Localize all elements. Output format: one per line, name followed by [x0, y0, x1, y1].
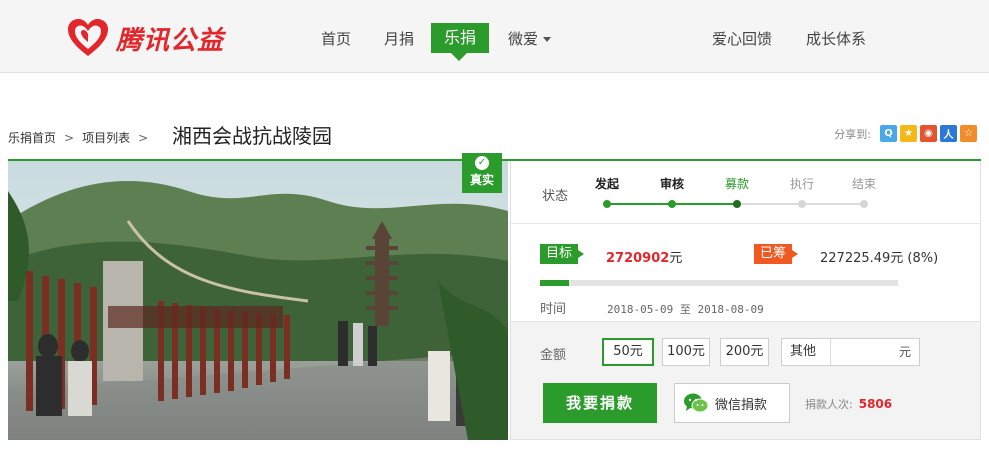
other-amount-unit: 元: [898, 345, 911, 359]
amount-option-100[interactable]: 100元: [662, 338, 710, 366]
active-nav-pointer: [451, 53, 467, 61]
brand-logo[interactable]: 腾讯公益: [66, 18, 224, 58]
breadcrumb-separator: >: [64, 131, 75, 145]
input-divider: [830, 339, 831, 365]
nav-item-growth[interactable]: 成长体系: [806, 28, 866, 49]
goal-amount: 2720902元: [606, 247, 682, 266]
goal-unit: 元: [669, 251, 683, 266]
check-icon: ✓: [475, 156, 489, 170]
pengyou-icon[interactable]: ☆: [960, 125, 977, 142]
wechat-donate-label: 微信捐款: [715, 397, 768, 413]
progress-bar-fill: [540, 280, 569, 286]
step-dot-done: [603, 200, 611, 208]
step-dot-todo: [860, 200, 868, 208]
nav-item-rewards[interactable]: 爱心回馈: [712, 28, 772, 49]
brand-name: 腾讯公益: [116, 25, 225, 56]
divider: [511, 223, 980, 224]
status-label: 状态: [542, 189, 569, 204]
share-bar: 分享到: Q ★ ◉ 人 ☆: [834, 125, 977, 142]
step-dot-todo: [798, 200, 806, 208]
breadcrumb-list-link[interactable]: 项目列表: [82, 129, 130, 146]
donation-form: 金额 50元 100元 200元 其他 元 我要捐款 微信捐款 捐款人次: 580…: [511, 321, 980, 439]
nav-item-home[interactable]: 首页: [321, 28, 351, 49]
project-title: 湘西会战抗战陵园: [172, 124, 332, 148]
wechat-donate-button[interactable]: 微信捐款: [674, 383, 790, 423]
caret-down-icon: [543, 37, 552, 42]
weibo-icon[interactable]: ◉: [920, 125, 937, 142]
raised-amount: 227225.49元 (8%): [820, 251, 939, 266]
nav-item-monthly[interactable]: 月捐: [384, 28, 414, 49]
share-label: 分享到:: [834, 127, 871, 141]
project-photo: [8, 161, 508, 440]
raised-tag: 已筹: [754, 244, 799, 264]
step-finish: 结束: [852, 177, 877, 191]
donor-count: 捐款人次: 5806: [805, 396, 892, 412]
other-amount-input[interactable]: 其他 元: [781, 338, 920, 366]
goal-tag: 目标: [540, 244, 585, 264]
renren-icon[interactable]: 人: [940, 125, 957, 142]
donor-count-value: 5806: [858, 397, 893, 411]
amount-option-50[interactable]: 50元: [602, 338, 654, 366]
time-label: 时间: [540, 302, 567, 317]
step-fundraising: 募款: [725, 177, 750, 191]
verified-badge: ✓ 真实: [462, 153, 502, 193]
step-dot-done: [668, 200, 676, 208]
status-steps: 发起 审核 募款 执行 结束: [595, 175, 883, 215]
nav-item-weiai-label: 微爱: [508, 30, 539, 48]
nav-item-weiai[interactable]: 微爱: [508, 28, 552, 49]
goal-number: 2720902: [606, 251, 670, 266]
project-info-panel: 状态 发起 审核 募款 执行 结束 目标 2720902元 已筹 227225.…: [510, 161, 981, 440]
step-review: 审核: [660, 177, 685, 191]
wechat-icon: [684, 393, 709, 413]
amount-option-200[interactable]: 200元: [720, 338, 769, 366]
heart-logo-icon: [68, 19, 108, 56]
breadcrumb-separator: >: [138, 131, 149, 145]
nav-item-ledonate-active[interactable]: 乐捐: [431, 23, 489, 53]
qq-star-icon[interactable]: ★: [900, 125, 917, 142]
time-range: 2018-05-09 至 2018-08-09: [607, 303, 764, 316]
verified-label: 真实: [469, 173, 494, 187]
breadcrumb-home-link[interactable]: 乐捐首页: [8, 129, 56, 146]
step-launch: 发起: [595, 177, 620, 191]
step-dot-current: [733, 200, 741, 208]
top-navigation-bar: 腾讯公益 首页 月捐 乐捐 微爱 爱心回馈 成长体系: [0, 0, 989, 73]
donate-button[interactable]: 我要捐款: [543, 383, 657, 423]
memorial-park-image: [8, 161, 508, 440]
amount-label: 金额: [540, 348, 567, 363]
donor-count-label: 捐款人次:: [805, 398, 853, 411]
breadcrumb: 乐捐首页 > 项目列表 >: [8, 129, 156, 146]
qzone-icon[interactable]: Q: [880, 125, 897, 142]
step-execution: 执行: [790, 177, 815, 191]
other-amount-label: 其他: [790, 344, 817, 359]
fundraising-progress-bar: [540, 280, 898, 286]
